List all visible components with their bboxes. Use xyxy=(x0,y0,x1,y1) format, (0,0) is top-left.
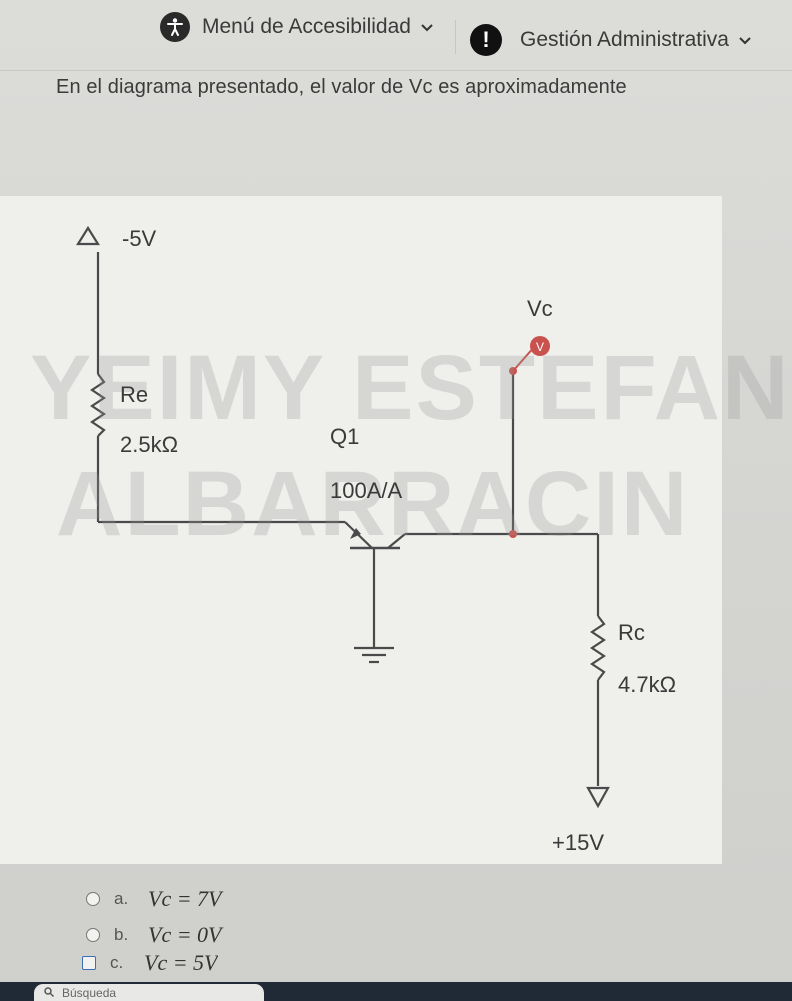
answer-option-c[interactable]: c. Vc = 5V xyxy=(82,952,218,974)
pos-supply-arrow xyxy=(586,786,610,809)
option-expression: Vc = 5V xyxy=(144,952,218,974)
radio-button[interactable] xyxy=(86,928,100,942)
answer-option-b[interactable]: b. Vc = 0V xyxy=(86,922,222,948)
chevron-down-icon xyxy=(739,32,751,48)
option-letter: b. xyxy=(114,925,129,944)
circuit-diagram: V YEIMY ESTEFANI D ALBARRACIN -5V Re 2.5… xyxy=(0,196,792,864)
search-placeholder: Búsqueda xyxy=(62,985,117,1000)
alert-icon: ! xyxy=(470,24,502,56)
chevron-down-icon xyxy=(421,19,433,35)
answer-option-a[interactable]: a. Vc = 7V xyxy=(86,886,222,912)
radio-button[interactable] xyxy=(86,892,100,906)
pos-supply-label: +15V xyxy=(552,830,604,855)
transistor-name-label: Q1 xyxy=(330,424,360,449)
accessibility-icon xyxy=(160,12,190,42)
rc-resistor xyxy=(590,615,606,681)
re-name-label: Re xyxy=(120,382,149,407)
question-text: En el diagrama presentado, el valor de V… xyxy=(56,76,627,98)
re-value-label: 2.5kΩ xyxy=(120,432,179,457)
neg-supply-arrow xyxy=(76,225,100,246)
transistor-gain-label: 100A/A xyxy=(330,478,403,503)
rc-name-label: Rc xyxy=(618,620,645,645)
taskbar-search[interactable]: Búsqueda xyxy=(34,984,264,1001)
accessibility-menu-label: Menú de Accesibilidad xyxy=(202,15,411,38)
radio-button[interactable] xyxy=(82,956,96,970)
nav-bottom-border xyxy=(0,70,792,71)
screen: Menú de Accesibilidad ! Gestión Administ… xyxy=(0,0,792,1001)
top-navigation: Menú de Accesibilidad ! Gestión Administ… xyxy=(0,0,792,72)
option-letter: a. xyxy=(114,889,129,908)
admin-menu-label: Gestión Administrativa xyxy=(520,28,729,51)
option-expression: Vc = 7V xyxy=(148,886,222,911)
nav-divider xyxy=(455,20,456,54)
option-expression: Vc = 0V xyxy=(148,922,222,947)
rc-value-label: 4.7kΩ xyxy=(618,672,677,697)
watermark-line-2: ALBARRACIN xyxy=(56,453,690,555)
option-letter: c. xyxy=(110,953,124,972)
admin-menu[interactable]: ! Gestión Administrativa xyxy=(470,24,751,56)
search-icon xyxy=(44,986,55,1000)
vc-probe-label: Vc xyxy=(527,296,553,321)
accessibility-menu[interactable]: Menú de Accesibilidad xyxy=(160,12,433,42)
neg-supply-label: -5V xyxy=(122,226,157,251)
